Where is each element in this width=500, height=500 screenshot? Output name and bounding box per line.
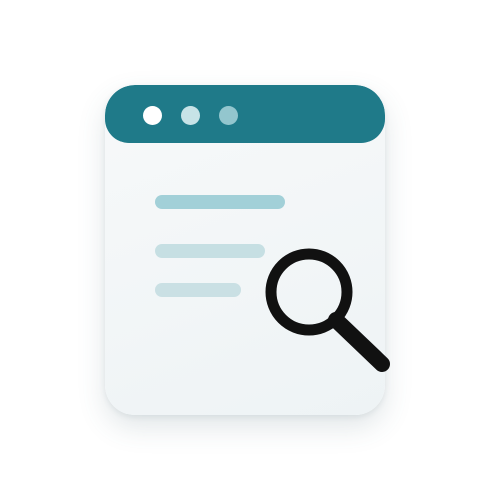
window-dot-1 [143, 106, 162, 125]
window-dot-3 [219, 106, 238, 125]
placeholder-text-line-3 [155, 283, 241, 297]
illustration [0, 0, 500, 500]
placeholder-text-line-2 [155, 244, 265, 258]
window-titlebar [105, 85, 385, 143]
placeholder-text-line-1 [155, 195, 285, 209]
window-dot-2 [181, 106, 200, 125]
browser-window [105, 85, 385, 415]
